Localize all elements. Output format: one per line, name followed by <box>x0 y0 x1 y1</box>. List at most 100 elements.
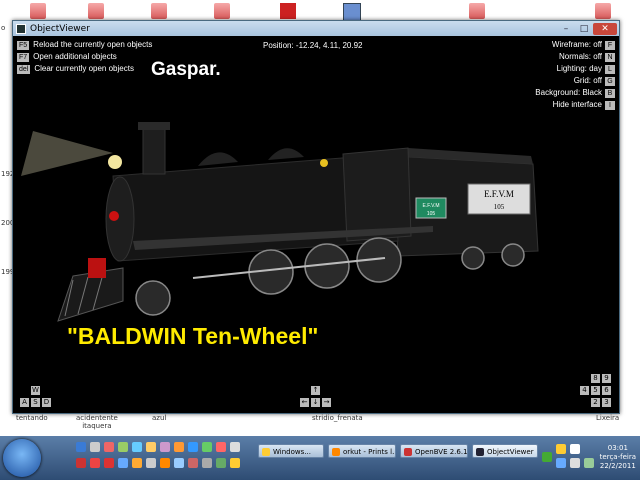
clock-day: terça-feira <box>599 453 636 461</box>
tender-plate-text: E.F.V.M <box>484 189 514 199</box>
folder-icon[interactable] <box>214 3 230 19</box>
system-clock[interactable]: 03:01 terça-feira 22/2/2011 <box>600 444 636 471</box>
taskbar-button-label: ObjectViewer <box>487 448 534 456</box>
quicklaunch-icon[interactable] <box>174 442 184 452</box>
quicklaunch-icon[interactable] <box>188 458 198 468</box>
quicklaunch-icon[interactable] <box>90 458 100 468</box>
quicklaunch-icon[interactable] <box>188 442 198 452</box>
start-button[interactable] <box>3 439 41 477</box>
quicklaunch-icon[interactable] <box>146 458 156 468</box>
desktop-icon-label[interactable]: Lixeira <box>596 414 619 422</box>
quicklaunch-icon[interactable] <box>132 442 142 452</box>
option-grid[interactable]: Grid: off G <box>535 75 615 87</box>
folder-icon[interactable] <box>30 3 46 19</box>
key-9[interactable]: 9 <box>602 374 611 383</box>
quicklaunch-icon[interactable] <box>160 458 170 468</box>
close-button[interactable]: ✕ <box>593 22 617 35</box>
maximize-button[interactable]: □ <box>575 23 593 35</box>
key-up[interactable]: ↑ <box>311 386 320 395</box>
folder-icon[interactable] <box>469 3 485 19</box>
key-hint: I <box>605 101 615 110</box>
key-hint: del <box>17 65 31 74</box>
taskbar-button-objectviewer[interactable]: ObjectViewer <box>472 444 538 458</box>
key-8[interactable]: 8 <box>591 374 600 383</box>
key-s[interactable]: S <box>31 398 40 407</box>
taskbar-button-orkut[interactable]: orkut - Prints l... <box>328 444 396 458</box>
folder-icon <box>262 448 270 456</box>
clock-time: 03:01 <box>607 444 628 452</box>
quicklaunch-icon[interactable] <box>104 442 114 452</box>
tray-icon[interactable] <box>556 458 566 468</box>
folder-icon[interactable] <box>595 3 611 19</box>
tray-icon[interactable] <box>542 452 552 462</box>
key-hint: L <box>605 65 615 74</box>
hud-right-options: Wireframe: off F Normals: off N Lighting: … <box>535 39 615 111</box>
cab-number-text: 105 <box>427 211 436 217</box>
tray-icon[interactable] <box>556 444 566 454</box>
key-w[interactable]: W <box>31 386 40 395</box>
desktop-icon-label[interactable]: azul <box>152 414 166 422</box>
openbve-icon <box>404 448 412 456</box>
quicklaunch-icon[interactable] <box>104 458 114 468</box>
hud-left-commands: F5 Reload the currently open objects F7 Op… <box>17 39 152 75</box>
option-background[interactable]: Background: Black B <box>535 87 615 99</box>
key-hint: G <box>605 77 615 86</box>
tender-number-text: 105 <box>494 203 505 211</box>
key-5[interactable]: 5 <box>591 386 600 395</box>
desktop-icon-label[interactable]: acidentente itaquera <box>76 414 118 430</box>
quicklaunch-icon[interactable] <box>118 458 128 468</box>
hud-command-row[interactable]: F7 Open additional objects <box>17 51 152 63</box>
key-down[interactable]: ↓ <box>311 398 320 407</box>
key-4[interactable]: 4 <box>580 386 589 395</box>
tray-icon[interactable] <box>570 444 580 454</box>
minimize-button[interactable]: – <box>557 23 575 35</box>
quicklaunch-icon[interactable] <box>90 442 100 452</box>
option-normals[interactable]: Normals: off N <box>535 51 615 63</box>
key-3[interactable]: 3 <box>602 398 611 407</box>
3d-viewport[interactable]: E.F.V.M 105 E.F.V.M 105 F5 Reload the cur… <box>13 36 619 413</box>
option-hide-interface[interactable]: Hide interface I <box>535 99 615 111</box>
desktop-icon-label[interactable]: tentando <box>16 414 48 422</box>
folder-icon[interactable] <box>151 3 167 19</box>
locomotive-render: E.F.V.M 105 E.F.V.M 105 <box>21 122 539 322</box>
quicklaunch-icon[interactable] <box>76 458 86 468</box>
hud-command-row[interactable]: del Clear currently open objects <box>17 63 152 75</box>
quicklaunch-icon[interactable] <box>216 458 226 468</box>
taskbar-button-openbve[interactable]: OpenBVE 2.6.1 <box>400 444 468 458</box>
option-wireframe[interactable]: Wireframe: off F <box>535 39 615 51</box>
chimney-cap <box>138 122 170 130</box>
window-titlebar[interactable]: ObjectViewer – □ ✕ <box>13 21 619 36</box>
quicklaunch-icon[interactable] <box>132 458 142 468</box>
taskbar-button-windows[interactable]: Windows... <box>258 444 324 458</box>
quicklaunch-icon[interactable] <box>76 442 86 452</box>
key-left[interactable]: ← <box>300 398 309 407</box>
key-right[interactable]: → <box>322 398 331 407</box>
option-label: Background: Black <box>535 88 602 97</box>
key-2[interactable]: 2 <box>591 398 600 407</box>
key-d[interactable]: D <box>42 398 51 407</box>
quicklaunch-icon[interactable] <box>230 458 240 468</box>
volume-icon[interactable] <box>570 458 580 468</box>
taskbar: Windows... orkut - Prints l... OpenBVE 2… <box>0 436 640 480</box>
quicklaunch-icon[interactable] <box>230 442 240 452</box>
overlay-caption: "BALDWIN Ten-Wheel" <box>67 323 319 349</box>
key-a[interactable]: A <box>20 398 29 407</box>
desktop-icon-label[interactable]: stridio_frenata <box>312 414 363 422</box>
key-6[interactable]: 6 <box>602 386 611 395</box>
network-icon[interactable] <box>584 458 594 468</box>
quicklaunch-icon[interactable] <box>146 442 156 452</box>
zip-archive-icon[interactable] <box>280 3 296 19</box>
quicklaunch-icon[interactable] <box>174 458 184 468</box>
folder-icon[interactable] <box>88 3 104 19</box>
camera-position-readout: Position: -12.24, 4.11, 20.92 <box>263 41 363 50</box>
option-lighting[interactable]: Lighting: day L <box>535 63 615 75</box>
hud-command-row[interactable]: F5 Reload the currently open objects <box>17 39 152 51</box>
quicklaunch-icon[interactable] <box>118 442 128 452</box>
quicklaunch-icon[interactable] <box>160 442 170 452</box>
application-icon[interactable] <box>343 3 361 21</box>
chimney <box>142 125 166 175</box>
quicklaunch-icon[interactable] <box>216 442 226 452</box>
headlight-beam <box>21 131 113 176</box>
quicklaunch-icon[interactable] <box>202 442 212 452</box>
quicklaunch-icon[interactable] <box>202 458 212 468</box>
